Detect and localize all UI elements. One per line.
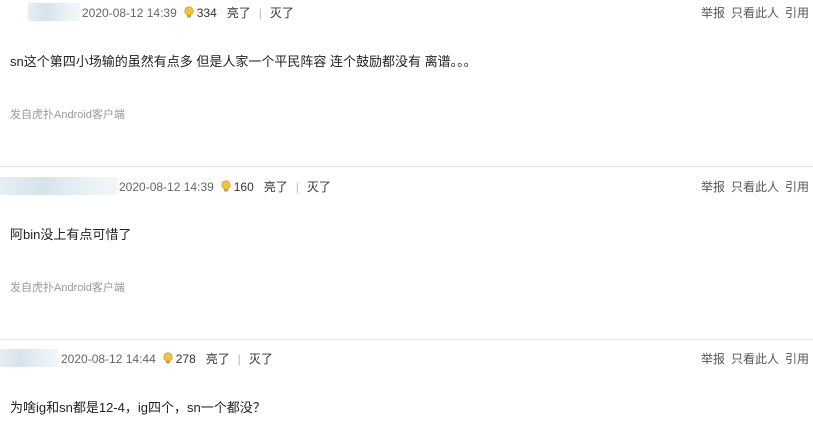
like-button[interactable]: 亮了: [206, 350, 230, 367]
like-button[interactable]: 亮了: [264, 178, 288, 195]
lightbulb-icon: [220, 180, 232, 193]
post-content: 为啥ig和sn都是12-4，ig四个，sn一个都没？: [10, 400, 266, 415]
light-count: 160: [233, 179, 254, 194]
dislike-button[interactable]: 灭了: [307, 178, 331, 195]
lightbulb-icon: [162, 352, 174, 365]
only-this-user-button[interactable]: 只看此人: [731, 350, 779, 367]
post-actions: 举报 只看此人 引用: [701, 350, 809, 367]
report-button[interactable]: 举报: [701, 350, 725, 367]
lightbulb-icon: [183, 6, 195, 19]
only-this-user-button[interactable]: 只看此人: [731, 178, 779, 195]
post-header: 2020-08-12 14:39 334 亮了 | 灭了 举报 只看此人 引用: [0, 0, 813, 24]
report-button[interactable]: 举报: [701, 178, 725, 195]
post-content: 阿bin没上有点可惜了: [10, 227, 132, 242]
post-source: 发自虎扑Android客户端: [10, 109, 125, 121]
separator: |: [237, 351, 241, 366]
dislike-button[interactable]: 灭了: [249, 350, 273, 367]
separator: |: [295, 179, 299, 194]
reply-post: 2020-08-12 14:44 278 亮了 | 灭了 举报 只看此人 引用 …: [0, 346, 813, 435]
only-this-user-button[interactable]: 只看此人: [731, 4, 779, 21]
post-actions: 举报 只看此人 引用: [701, 4, 809, 21]
quote-button[interactable]: 引用: [785, 178, 809, 195]
username-blurred[interactable]: [0, 177, 118, 195]
username-blurred[interactable]: [28, 3, 80, 21]
post-header: 2020-08-12 14:44 278 亮了 | 灭了 举报 只看此人 引用: [0, 346, 813, 370]
quote-button[interactable]: 引用: [785, 4, 809, 21]
post-meta: 2020-08-12 14:39 160 亮了 | 灭了: [119, 178, 331, 195]
post-time: 2020-08-12 14:39: [82, 5, 177, 20]
post-meta: 2020-08-12 14:44 278 亮了 | 灭了: [61, 350, 273, 367]
post-header: 2020-08-12 14:39 160 亮了 | 灭了 举报 只看此人 引用: [0, 174, 813, 198]
separator: |: [258, 5, 262, 20]
reply-post: 2020-08-12 14:39 334 亮了 | 灭了 举报 只看此人 引用 …: [0, 0, 813, 167]
post-meta: 2020-08-12 14:39 334 亮了 | 灭了: [82, 4, 294, 21]
light-count: 278: [175, 351, 196, 366]
post-time: 2020-08-12 14:39: [119, 179, 214, 194]
username-blurred[interactable]: [0, 349, 58, 367]
dislike-button[interactable]: 灭了: [270, 4, 294, 21]
post-time: 2020-08-12 14:44: [61, 351, 156, 366]
report-button[interactable]: 举报: [701, 4, 725, 21]
light-count: 334: [196, 5, 217, 20]
reply-post: 2020-08-12 14:39 160 亮了 | 灭了 举报 只看此人 引用 …: [0, 174, 813, 340]
post-content: sn这个第四小场输的虽然有点多 但是人家一个平民阵容 连个鼓励都没有 离谱。。。: [10, 54, 477, 69]
like-button[interactable]: 亮了: [227, 4, 251, 21]
post-actions: 举报 只看此人 引用: [701, 178, 809, 195]
post-source: 发自虎扑Android客户端: [10, 282, 125, 294]
quote-button[interactable]: 引用: [785, 350, 809, 367]
